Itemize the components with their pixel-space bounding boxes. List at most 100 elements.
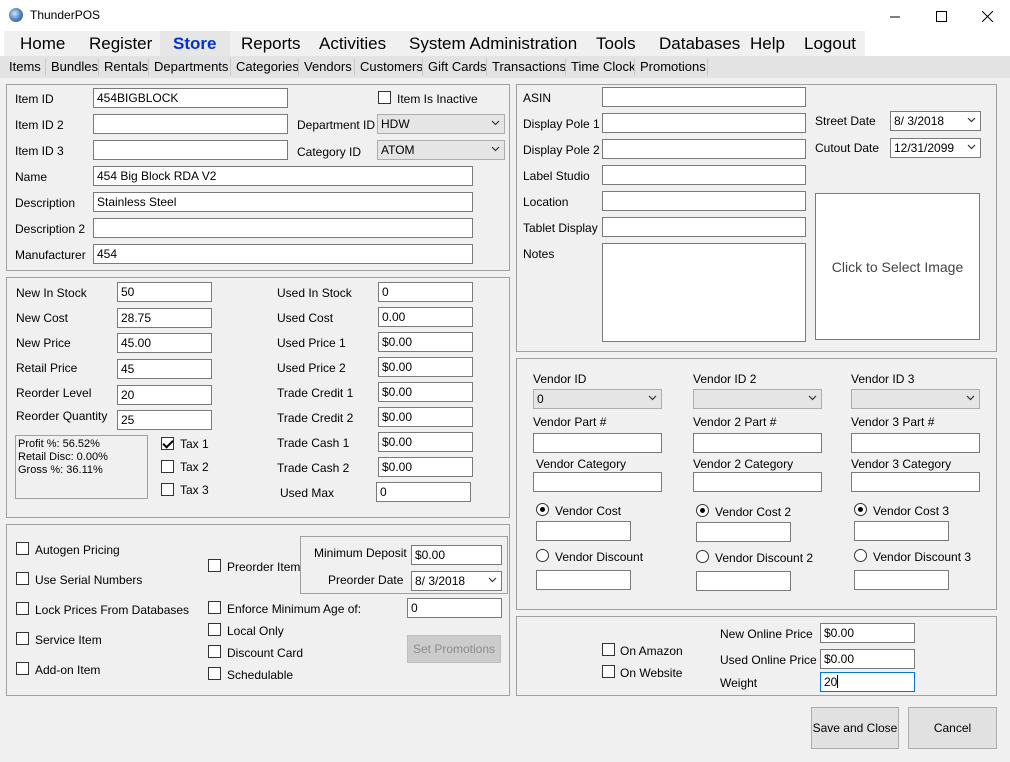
location-input[interactable] bbox=[602, 191, 806, 211]
close-button[interactable] bbox=[964, 0, 1010, 31]
submenu-transactions[interactable]: Transactions bbox=[492, 59, 566, 74]
enforce-min-age-checkbox[interactable] bbox=[208, 601, 221, 614]
vendor-discount3-input[interactable] bbox=[854, 570, 949, 590]
used-price1-input[interactable]: $0.00 bbox=[378, 332, 473, 352]
lock-prices-checkbox[interactable] bbox=[16, 602, 29, 615]
reorder-level-input[interactable]: 20 bbox=[117, 385, 212, 405]
trade-cash2-input[interactable]: $0.00 bbox=[378, 457, 473, 477]
submenu-items[interactable]: Items bbox=[9, 59, 41, 74]
menu-register[interactable]: Register bbox=[79, 31, 160, 56]
vendor-cost2-radio[interactable] bbox=[696, 504, 709, 517]
tax3-checkbox[interactable] bbox=[161, 483, 174, 496]
submenu-time-clock[interactable]: Time Clock bbox=[571, 59, 636, 74]
vendor2-category-input[interactable] bbox=[693, 472, 822, 492]
menu-home[interactable]: Home bbox=[4, 31, 79, 56]
submenu-categories[interactable]: Categories bbox=[236, 59, 299, 74]
weight-input[interactable]: 20 bbox=[820, 672, 915, 692]
trade-credit1-input[interactable]: $0.00 bbox=[378, 382, 473, 402]
vendor-id3-select[interactable] bbox=[851, 389, 980, 409]
submenu-promotions[interactable]: Promotions bbox=[640, 59, 706, 74]
display-pole2-input[interactable] bbox=[602, 139, 806, 159]
vendor-discount3-radio[interactable] bbox=[854, 549, 867, 562]
vendor2-part-input[interactable] bbox=[693, 433, 822, 453]
vendor-cost2-input[interactable] bbox=[696, 522, 791, 542]
vendor-cost3-input[interactable] bbox=[854, 521, 949, 541]
submenu-departments[interactable]: Departments bbox=[154, 59, 228, 74]
used-online-price-input[interactable]: $0.00 bbox=[820, 649, 915, 669]
category-id-select[interactable]: ATOM bbox=[377, 140, 505, 160]
submenu-bundles[interactable]: Bundles bbox=[51, 59, 98, 74]
vendor-id2-select[interactable] bbox=[693, 389, 822, 409]
new-price-input[interactable]: 45.00 bbox=[117, 333, 212, 353]
used-cost-input[interactable]: 0.00 bbox=[378, 307, 473, 327]
used-in-stock-input[interactable]: 0 bbox=[378, 282, 473, 302]
trade-cash1-input[interactable]: $0.00 bbox=[378, 432, 473, 452]
new-in-stock-input[interactable]: 50 bbox=[117, 282, 212, 302]
cutout-date-picker[interactable]: 12/31/2099 bbox=[890, 138, 981, 158]
menu-help[interactable]: Help bbox=[741, 31, 793, 56]
menu-reports[interactable]: Reports bbox=[230, 31, 308, 56]
submenu-rentals[interactable]: Rentals bbox=[104, 59, 148, 74]
tablet-display-input[interactable] bbox=[602, 217, 806, 237]
min-age-input[interactable]: 0 bbox=[407, 598, 502, 618]
asin-input[interactable] bbox=[602, 87, 806, 107]
vendor-cost-radio[interactable] bbox=[536, 503, 549, 516]
description-input[interactable]: Stainless Steel bbox=[93, 192, 473, 212]
vendor-discount2-input[interactable] bbox=[696, 571, 791, 591]
vendor3-part-input[interactable] bbox=[851, 433, 980, 453]
submenu-vendors[interactable]: Vendors bbox=[304, 59, 352, 74]
submenu-gift-cards[interactable]: Gift Cards bbox=[428, 59, 487, 74]
cancel-button[interactable]: Cancel bbox=[908, 707, 997, 749]
reorder-quantity-input[interactable]: 25 bbox=[117, 410, 212, 430]
submenu-customers[interactable]: Customers bbox=[360, 59, 423, 74]
minimize-button[interactable] bbox=[872, 0, 918, 31]
vendor3-category-input[interactable] bbox=[851, 472, 980, 492]
maximize-button[interactable] bbox=[918, 0, 964, 31]
new-cost-input[interactable]: 28.75 bbox=[117, 308, 212, 328]
department-id-select[interactable]: HDW bbox=[377, 114, 505, 134]
item-id2-input[interactable] bbox=[93, 114, 288, 134]
menu-tools[interactable]: Tools bbox=[585, 31, 648, 56]
local-only-checkbox[interactable] bbox=[208, 623, 221, 636]
item-id-input[interactable]: 454BIGBLOCK bbox=[93, 88, 288, 108]
set-promotions-button[interactable]: Set Promotions bbox=[407, 635, 501, 663]
autogen-pricing-checkbox[interactable] bbox=[16, 542, 29, 555]
tax2-checkbox[interactable] bbox=[161, 460, 174, 473]
item-image-selector[interactable]: Click to Select Image bbox=[815, 193, 980, 340]
notes-textarea[interactable] bbox=[602, 243, 806, 342]
menu-databases[interactable]: Databases bbox=[648, 31, 741, 56]
minimum-deposit-input[interactable]: $0.00 bbox=[411, 545, 502, 565]
on-amazon-checkbox[interactable] bbox=[602, 643, 615, 656]
trade-credit2-input[interactable]: $0.00 bbox=[378, 407, 473, 427]
retail-price-input[interactable]: 45 bbox=[117, 359, 212, 379]
menu-logout[interactable]: Logout bbox=[793, 31, 865, 56]
description2-input[interactable] bbox=[93, 218, 473, 238]
service-item-checkbox[interactable] bbox=[16, 632, 29, 645]
on-website-checkbox[interactable] bbox=[602, 665, 615, 678]
street-date-picker[interactable]: 8/ 3/2018 bbox=[890, 111, 981, 131]
preorder-item-checkbox[interactable] bbox=[208, 559, 221, 572]
vendor-discount-radio[interactable] bbox=[536, 549, 549, 562]
vendor-cost3-radio[interactable] bbox=[854, 503, 867, 516]
vendor-discount2-radio[interactable] bbox=[696, 550, 709, 563]
name-input[interactable]: 454 Big Block RDA V2 bbox=[93, 166, 473, 186]
addon-item-checkbox[interactable] bbox=[16, 662, 29, 675]
menu-activities[interactable]: Activities bbox=[308, 31, 397, 56]
item-id3-input[interactable] bbox=[93, 140, 288, 160]
display-pole1-input[interactable] bbox=[602, 113, 806, 133]
menu-store[interactable]: Store bbox=[160, 31, 230, 56]
serial-numbers-checkbox[interactable] bbox=[16, 572, 29, 585]
vendor-part-input[interactable] bbox=[533, 433, 662, 453]
label-studio-input[interactable] bbox=[602, 165, 806, 185]
schedulable-checkbox[interactable] bbox=[208, 667, 221, 680]
vendor-id-select[interactable]: 0 bbox=[533, 389, 662, 409]
tax1-checkbox[interactable] bbox=[161, 437, 174, 450]
new-online-price-input[interactable]: $0.00 bbox=[820, 623, 915, 643]
used-max-input[interactable]: 0 bbox=[376, 482, 471, 502]
item-inactive-checkbox[interactable] bbox=[378, 91, 391, 104]
vendor-category-input[interactable] bbox=[533, 472, 662, 492]
manufacturer-input[interactable]: 454 bbox=[93, 244, 473, 264]
vendor-cost-input[interactable] bbox=[536, 521, 631, 541]
vendor-discount-input[interactable] bbox=[536, 570, 631, 590]
save-and-close-button[interactable]: Save and Close bbox=[811, 707, 899, 749]
